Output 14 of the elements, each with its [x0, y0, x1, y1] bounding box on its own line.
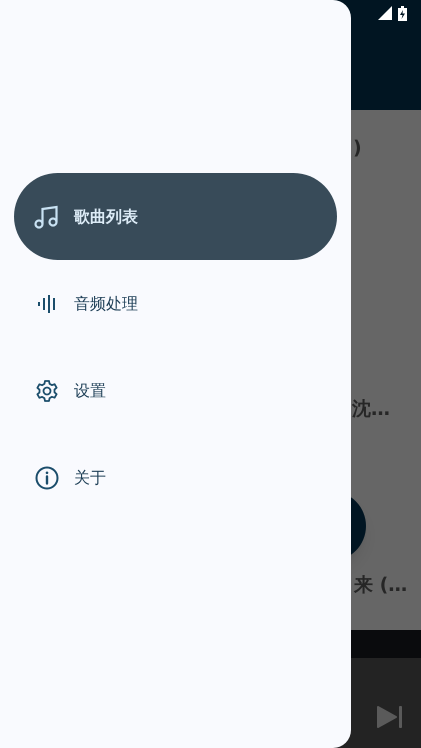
info-icon — [35, 466, 59, 490]
drawer-item[interactable]: 设置 — [14, 347, 337, 434]
signal-icon — [378, 6, 392, 20]
settings-icon — [35, 378, 59, 402]
list-text: ) — [353, 136, 362, 161]
sound-wave-icon — [37, 294, 57, 312]
song-title: 沈… — [352, 397, 390, 422]
music-note-icon — [34, 204, 60, 228]
song-title: 来 (… — [354, 573, 408, 598]
skip-next-icon[interactable] — [377, 705, 403, 729]
battery-icon — [398, 6, 407, 21]
drawer-item[interactable]: 歌曲列表 — [14, 173, 337, 260]
drawer-item[interactable]: 关于 — [14, 434, 337, 521]
drawer-item[interactable]: 音频处理 — [14, 260, 337, 347]
